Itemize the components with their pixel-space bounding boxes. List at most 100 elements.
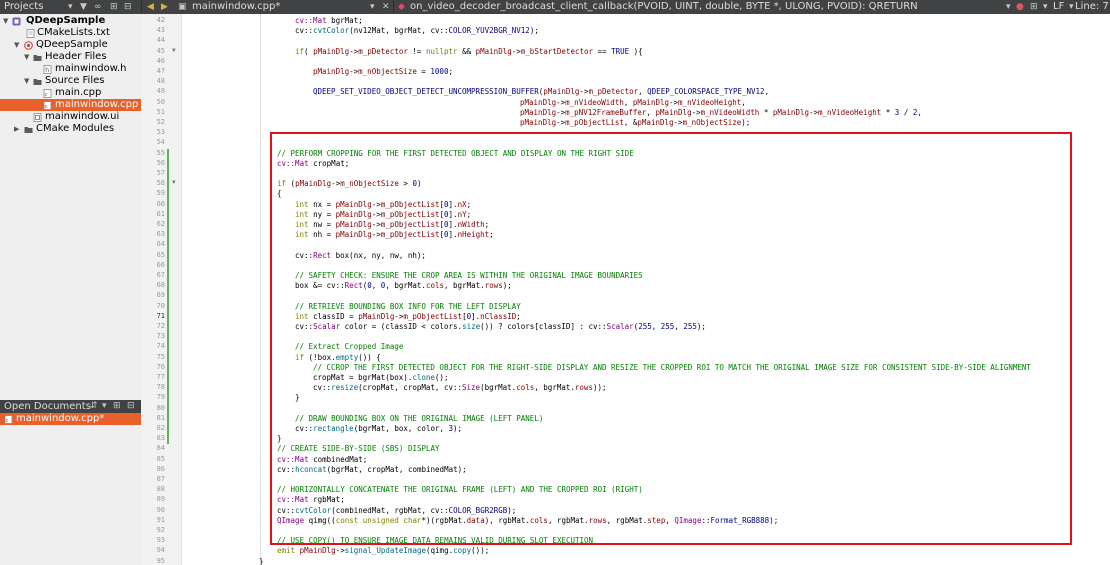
code-token: m_nObjectSize (358, 67, 417, 76)
code-line: cv::Rect box(nx, ny, nw, nh); (295, 251, 426, 261)
file-tab-label[interactable]: mainwindow.cpp* (192, 0, 352, 14)
line-number: 69 (156, 291, 165, 300)
line-number: 53 (156, 128, 165, 137)
code-token: pMainDlg (299, 546, 336, 556)
link-icon[interactable]: ∞ (94, 0, 102, 14)
code-token: emit (277, 546, 300, 556)
close-pane-icon[interactable]: ⊟ (124, 0, 132, 14)
tree-item-label: QDeepSample (26, 15, 106, 26)
back-icon[interactable]: ◀ (147, 0, 154, 14)
code-token: * (881, 107, 895, 117)
line-number: 64 (156, 240, 165, 249)
line-ending[interactable]: LF (1053, 0, 1067, 14)
line-number: 80 (156, 403, 165, 412)
folder-icon (33, 55, 42, 61)
code-token: (); (434, 373, 449, 382)
expand-arrow-icon[interactable]: ▼ (14, 39, 19, 51)
code-token: m_pNV12FrameBuffer (565, 107, 647, 117)
forward-icon[interactable]: ▶ (161, 0, 168, 14)
tree-item-source-files[interactable]: ▼ Source Files (0, 75, 141, 87)
code-token: nh = (313, 230, 336, 240)
cpp-file-icon: c (4, 415, 13, 424)
code-line: } (295, 393, 300, 403)
close-tab-icon[interactable]: ✕ (382, 0, 390, 14)
code-token: ); (769, 515, 783, 525)
line-number: 84 (156, 444, 165, 453)
code-token: box(nx, ny, nw, nh); (335, 250, 426, 260)
code-token: * (759, 107, 773, 117)
tree-item-main-cpp[interactable]: c main.cpp (0, 87, 141, 99)
open-documents-title: Open Documents (4, 401, 91, 412)
split-editor-icon[interactable]: ⊞ (1030, 0, 1038, 14)
function-selector[interactable]: on_video_decoder_broadcast_client_callba… (410, 0, 1000, 14)
line-number: 59 (156, 189, 165, 198)
lf-dropdown-icon[interactable]: ▾ (1043, 0, 1048, 14)
tree-item-mainwindow-ui[interactable]: mainwindow.ui (0, 111, 141, 123)
code-token: pMainDlg (632, 97, 670, 107)
line-number: 44 (156, 36, 165, 45)
tab-dropdown-icon[interactable]: ▾ (370, 0, 375, 14)
code-token: pMainDlg (655, 107, 692, 117)
line-number: 50 (156, 97, 165, 106)
open-document-mainwindow-cpp[interactable]: c mainwindow.cpp* (0, 413, 141, 425)
tree-item-header-files[interactable]: ▼ Header Files (0, 51, 141, 63)
function-dropdown-icon[interactable]: ▾ (1006, 0, 1011, 14)
filter-icon[interactable]: ▼ (80, 0, 87, 14)
expand-arrow-icon[interactable]: ▼ (24, 51, 29, 63)
code-editor[interactable]: cv::Mat bgrMat; cv::cvtColor(nv12Mat, bgr… (182, 14, 1110, 565)
code-token: pMainDlg (335, 220, 372, 229)
tree-item-qdeepsample-root[interactable]: ▼ QDeepSample (0, 15, 141, 27)
expand-arrow-icon[interactable]: ▼ (3, 15, 8, 27)
code-token: cv::Mat (295, 16, 332, 25)
code-token: ]. (448, 230, 458, 240)
split-icon[interactable]: ⊞ (110, 0, 118, 14)
tree-item-label: Source Files (45, 75, 105, 86)
code-line: pMainDlg->m_pNV12FrameBuffer, pMainDlg->… (520, 108, 922, 118)
position-dropdown-icon[interactable]: ▾ (1069, 0, 1074, 14)
code-token: m_pObjectList (380, 230, 440, 240)
warning-icon[interactable]: ● (1016, 0, 1024, 14)
tree-item-mainwindow-h[interactable]: h mainwindow.h (0, 63, 141, 75)
code-line: { (277, 189, 282, 199)
sort-icon[interactable]: ⇵ (90, 400, 98, 413)
code-token: const unsigned char (335, 515, 422, 525)
qt-project-icon (12, 17, 21, 26)
tree-item-cmake-modules[interactable]: ▶ CMake Modules (0, 123, 141, 135)
code-token: -> (371, 220, 381, 229)
code-line: // USE COPY() TO ENSURE IMAGE DATA REMAI… (277, 536, 593, 546)
fold-marker-icon[interactable]: ▼ (172, 47, 176, 54)
tree-item-cmakelists[interactable]: CMakeLists.txt (0, 27, 141, 39)
tree-item-label: mainwindow.cpp (55, 99, 139, 110)
code-token: m_nVideoHeight (818, 107, 882, 117)
code-token: 255 (638, 322, 652, 331)
code-token: int (295, 209, 314, 219)
dropdown-icon[interactable]: ▾ (102, 400, 107, 413)
code-token: ); (696, 322, 706, 331)
code-token: ( (286, 179, 296, 189)
tree-item-qdeepsample-target[interactable]: ▼ QDeepSample (0, 39, 141, 51)
code-token: ()) ? colors[classID] : cv:: (480, 322, 607, 331)
code-token: cols (516, 383, 535, 393)
cursor-position[interactable]: Line: 71, C (1075, 0, 1110, 14)
project-tree-panel: ▼ QDeepSample CMakeLists.txt ▼ QDeepSamp… (0, 14, 141, 565)
code-line: int nw = pMainDlg->m_pObjectList[0].nWid… (295, 220, 489, 230)
target-icon (24, 41, 33, 50)
code-line: cv::Mat cropMat; (277, 159, 349, 169)
code-token: int (295, 311, 314, 321)
code-line: // CREATE SIDE-BY-SIDE (SBS) DISPLAY (277, 444, 440, 454)
code-token: ny = (313, 209, 336, 219)
code-token: rectangle (313, 424, 354, 433)
code-token: -> (511, 46, 521, 56)
code-token: (qimg. (426, 546, 454, 556)
collapse-arrow-icon[interactable]: ▶ (14, 123, 19, 135)
tree-item-mainwindow-cpp[interactable]: c mainwindow.cpp (0, 99, 141, 111)
projects-menu-icon[interactable]: ▾ (68, 0, 73, 14)
close-pane-icon[interactable]: ⊟ (127, 400, 135, 413)
code-line: int nh = pMainDlg->m_pObjectList[0].nHei… (295, 230, 494, 240)
fold-marker-icon[interactable]: ▼ (172, 179, 176, 186)
split-icon[interactable]: ⊞ (113, 400, 121, 413)
code-token: m_nObjectSize (682, 118, 742, 127)
code-token: cv:: (295, 26, 314, 36)
expand-arrow-icon[interactable]: ▼ (24, 75, 29, 87)
code-token: -> (556, 118, 566, 127)
